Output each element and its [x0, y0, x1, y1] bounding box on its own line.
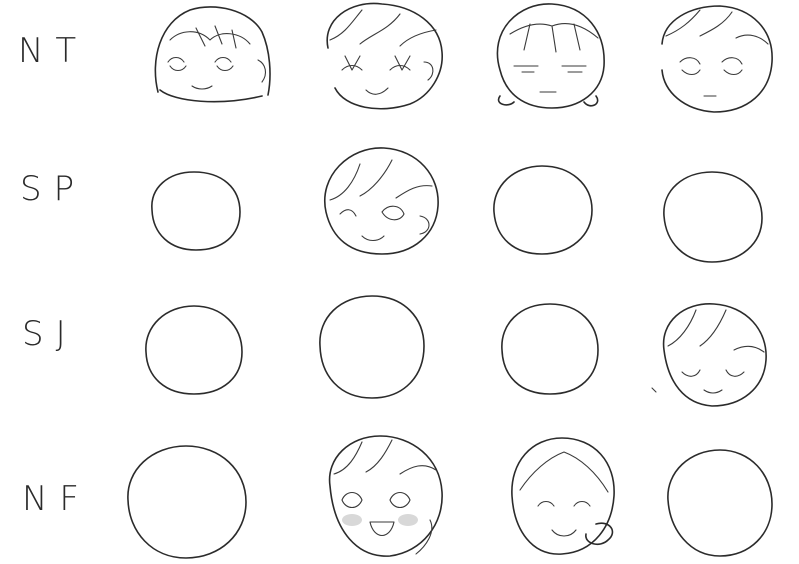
sketch-head-nt-4 — [661, 5, 773, 113]
sketch-circle-sj-1 — [145, 305, 243, 395]
sketch-circle-sp-3 — [493, 165, 593, 255]
sketch-circle-sp-1 — [151, 171, 241, 251]
sketch-head-nt-3 — [496, 3, 605, 109]
row-label-sp: SP — [20, 169, 86, 209]
row-label-nf: NF — [22, 479, 91, 519]
sketch-circle-sp-4 — [663, 171, 763, 263]
sketch-sheet: NT SP SJ NF — [18, 2, 773, 559]
sketch-head-nf-2 — [328, 435, 443, 557]
sketch-head-nt-1 — [154, 6, 271, 103]
sketch-circle-sj-3 — [501, 303, 599, 395]
row-label-sj: SJ — [22, 314, 78, 354]
sketch-head-sp-2 — [323, 147, 439, 255]
sketch-circle-sj-2 — [319, 295, 425, 399]
sketch-head-nt-2 — [326, 2, 443, 110]
row-label-nt: NT — [18, 31, 88, 71]
sketch-circle-nf-1 — [127, 445, 247, 559]
sketch-head-nf-3 — [511, 437, 615, 555]
sketch-circle-nf-4 — [667, 449, 773, 557]
sketch-head-sj-4 — [651, 303, 767, 407]
